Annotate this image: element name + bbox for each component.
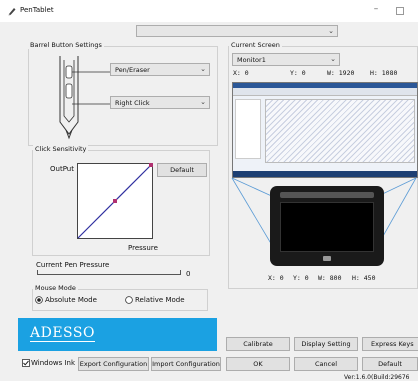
- tablet-h: H: 450: [352, 274, 376, 282]
- preview-sidebar: [235, 99, 261, 159]
- absolute-mode-radio[interactable]: Absolute Mode: [35, 296, 97, 304]
- screen-x: X: 0: [233, 69, 249, 77]
- pressure-label: Pressure: [128, 244, 158, 252]
- title-bar[interactable]: PenTablet –: [0, 0, 418, 22]
- chevron-down-icon: ⌄: [200, 65, 206, 73]
- express-keys-button[interactable]: Express Keys: [362, 337, 418, 351]
- chevron-down-icon: ⌄: [328, 27, 334, 35]
- cancel-button[interactable]: Cancel: [294, 357, 358, 371]
- screen-h: H: 1080: [370, 69, 398, 77]
- checkbox-checked-icon: [22, 359, 30, 367]
- brand-banner: ADESSO: [18, 318, 217, 351]
- preview-toolbar: [233, 88, 417, 96]
- current-pressure-label: Current Pen Pressure: [36, 261, 110, 269]
- ok-button[interactable]: OK: [226, 357, 290, 371]
- current-screen-group-label: Current Screen: [229, 41, 282, 49]
- default-button[interactable]: Default: [362, 357, 418, 371]
- windows-ink-checkbox[interactable]: Windows Ink: [22, 359, 75, 367]
- tablet-w: W: 800: [318, 274, 342, 282]
- pressure-bar: [37, 270, 181, 275]
- tablet-select[interactable]: ⌄: [136, 25, 338, 37]
- mouse-mode-group-label: Mouse Mode: [33, 284, 78, 292]
- version-label: Ver:1.6.0(Build:29676: [344, 374, 410, 381]
- relative-mode-label: Relative Mode: [135, 296, 185, 304]
- absolute-mode-label: Absolute Mode: [45, 296, 97, 304]
- radio-unchecked-icon: [125, 296, 133, 304]
- screen-y: Y: 0: [290, 69, 306, 77]
- lower-barrel-value: Right Click: [115, 99, 150, 107]
- monitor-select[interactable]: Monitor1 ⌄: [232, 53, 340, 66]
- chevron-down-icon: ⌄: [200, 98, 206, 106]
- windows-ink-label: Windows Ink: [31, 359, 76, 367]
- pressure-curve-graph[interactable]: [77, 163, 153, 239]
- relative-mode-radio[interactable]: Relative Mode: [125, 296, 185, 304]
- tablet-y: Y: 0: [293, 274, 309, 282]
- tablet-illustration: [270, 186, 384, 266]
- calibrate-button[interactable]: Calibrate: [226, 337, 290, 351]
- output-label: OutPut: [50, 165, 74, 173]
- pressure-value: 0: [186, 270, 191, 278]
- preview-content: [265, 99, 415, 163]
- export-configuration-button[interactable]: Export Configuration: [78, 357, 149, 371]
- sensitivity-group-label: Click Sensitivity: [33, 145, 89, 153]
- maximize-icon: [396, 7, 404, 15]
- curve-point-mid: [113, 199, 117, 203]
- upper-barrel-select[interactable]: Pen/Eraser ⌄: [110, 63, 210, 76]
- curve-point-top: [149, 163, 153, 167]
- display-setting-button[interactable]: Display Setting: [294, 337, 358, 351]
- tablet-logo: [323, 256, 331, 261]
- pen-illustration: [59, 56, 110, 140]
- import-configuration-button[interactable]: Import Configuration: [151, 357, 221, 371]
- pen-icon: [8, 8, 16, 16]
- sensitivity-default-button[interactable]: Default: [157, 163, 207, 177]
- lower-barrel-select[interactable]: Right Click ⌄: [110, 96, 210, 109]
- window-title: PenTablet: [20, 6, 54, 14]
- chevron-down-icon: ⌄: [330, 55, 336, 63]
- tablet-x: X: 0: [268, 274, 284, 282]
- barrel-group-label: Barrel Button Settings: [28, 41, 104, 49]
- radio-checked-icon: [35, 296, 43, 304]
- minimize-button[interactable]: –: [369, 4, 383, 18]
- upper-barrel-value: Pen/Eraser: [115, 66, 150, 74]
- screen-preview: [232, 82, 418, 178]
- tablet-active-area: [280, 202, 374, 252]
- maximize-button[interactable]: [393, 4, 407, 18]
- screen-w: W: 1920: [327, 69, 355, 77]
- monitor-value: Monitor1: [237, 56, 266, 64]
- adesso-logo: ADESSO: [30, 325, 95, 342]
- tablet-top-strip: [280, 192, 374, 198]
